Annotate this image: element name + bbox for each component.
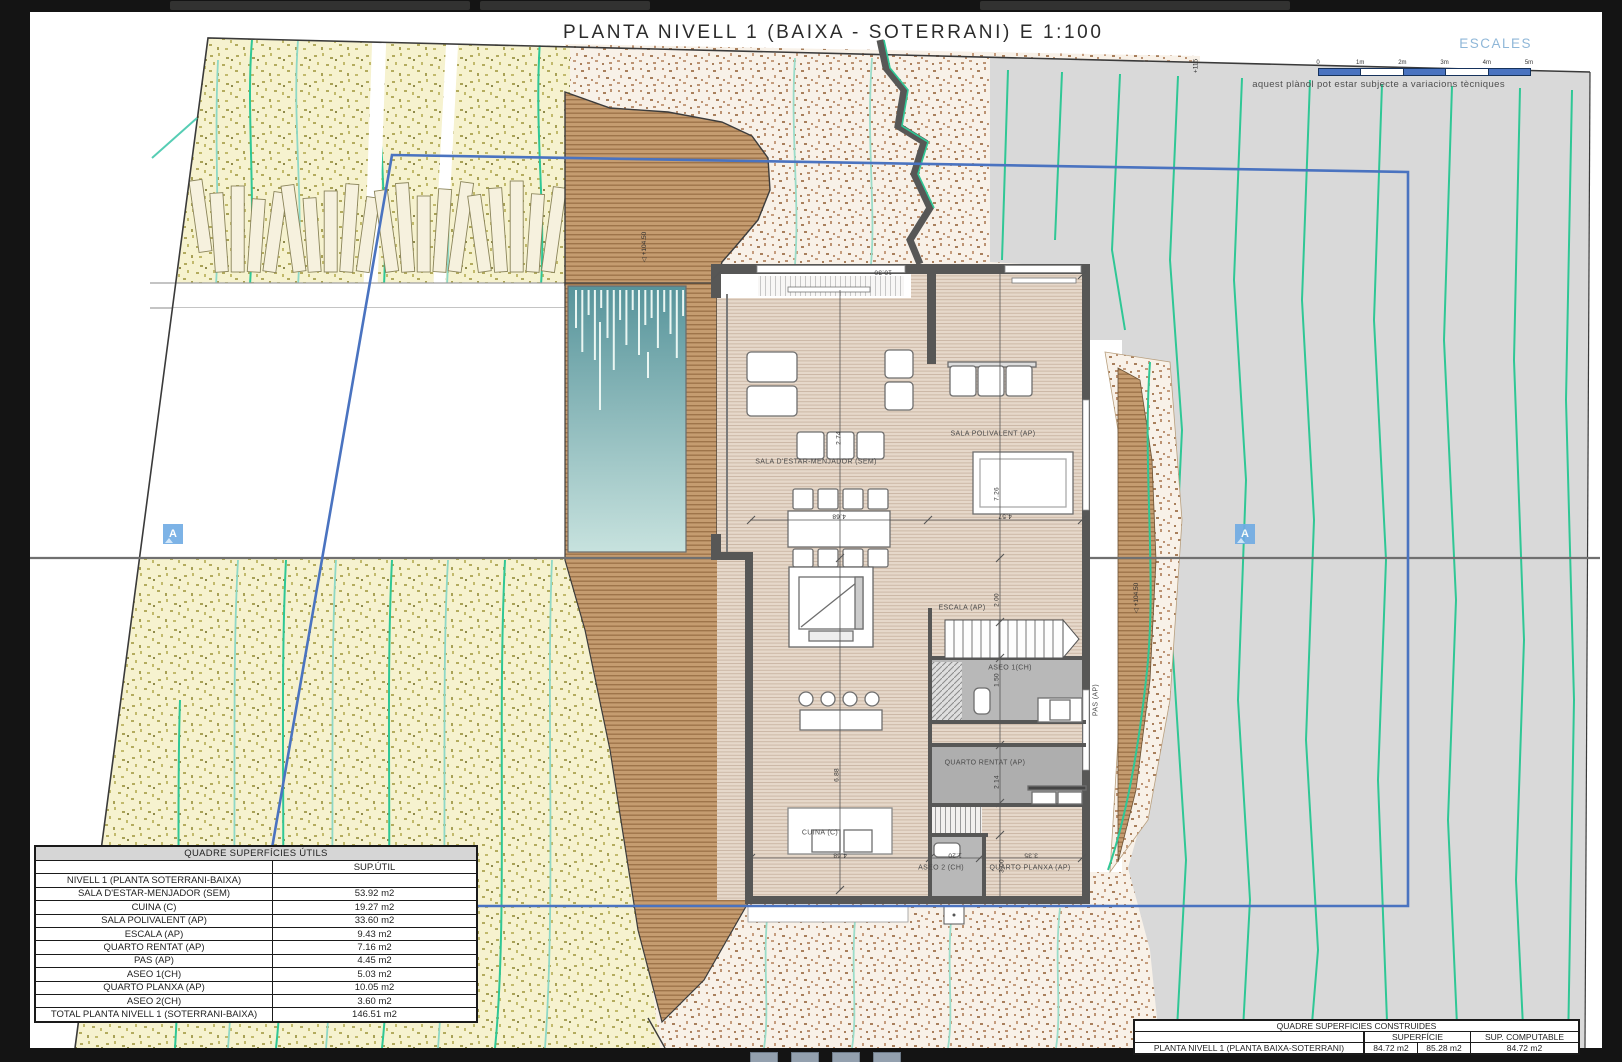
access-band bbox=[140, 283, 570, 557]
scale-bar-segments bbox=[1318, 68, 1531, 76]
disclaimer-note: aquest plànol pot estar subjecte a varia… bbox=[1150, 79, 1505, 90]
taskbar-icon[interactable] bbox=[791, 1052, 819, 1062]
left-chrome bbox=[0, 0, 30, 1062]
level-marker: ◁ +104.50 bbox=[640, 232, 648, 262]
dimension-label: 4.68 bbox=[833, 852, 847, 859]
table-row: ESCALA (AP)9.43 m2 bbox=[35, 927, 477, 940]
dimension-label: 2.74 bbox=[836, 431, 843, 445]
room-label: SALA D'ESTAR-MENJADOR (SEM) bbox=[755, 459, 877, 466]
dimension-label: 10.30 bbox=[874, 269, 892, 276]
room-label: ASEO 1(CH) bbox=[988, 665, 1032, 672]
level-marker: +115 bbox=[1193, 59, 1200, 73]
dimension-label: 1.20 bbox=[948, 852, 962, 859]
room-label: PAS (AP) bbox=[1093, 684, 1100, 716]
table-row: ASEO 1(CH)5.03 m2 bbox=[35, 968, 477, 981]
room-label: QUARTO RENTAT (AP) bbox=[945, 760, 1026, 767]
scale-tick: 5m bbox=[1525, 60, 1533, 66]
table-row: SALA POLIVALENT (AP)33.60 m2 bbox=[35, 914, 477, 927]
built-areas-table: QUADRE SUPERFICIES CONSTRUIDES SUPERFÍCI… bbox=[1133, 1019, 1580, 1055]
dimension-label: 2.00 bbox=[994, 593, 1001, 607]
column-header: SUP. COMPUTABLE bbox=[1471, 1032, 1580, 1043]
table-row: CUINA (C)19.27 m2 bbox=[35, 901, 477, 914]
section-arrow-icon bbox=[1237, 538, 1245, 543]
dimension-label: 3.35 bbox=[1024, 852, 1038, 859]
scale-tick: 3m bbox=[1440, 60, 1448, 66]
top-chrome-glyph bbox=[980, 1, 1290, 10]
taskbar-icon[interactable] bbox=[873, 1052, 901, 1062]
room-label: CUINA (C) bbox=[802, 830, 838, 837]
dimension-label: 4.57 bbox=[998, 513, 1012, 520]
table-row: SALA D'ESTAR-MENJADOR (SEM)53.92 m2 bbox=[35, 887, 477, 900]
page-title: PLANTA NIVELL 1 (BAIXA - SOTERRANI) E 1:… bbox=[563, 22, 1104, 44]
dimension-label: 7.26 bbox=[994, 487, 1001, 501]
scale-tick: 4m bbox=[1483, 60, 1491, 66]
dimension-label: 4.68 bbox=[832, 513, 846, 520]
graphic-scale-bar: 0 1m 2m 3m 4m 5m bbox=[1318, 60, 1531, 77]
scale-segment bbox=[1489, 69, 1530, 75]
scale-heading: ESCALES bbox=[1432, 36, 1532, 51]
section-arrow-icon bbox=[165, 538, 173, 543]
table-title: QUADRE SUPERFICIES CONSTRUIDES bbox=[1134, 1020, 1579, 1032]
room-label: SALA POLIVALENT (AP) bbox=[951, 431, 1036, 438]
dimension-label: 3.00 bbox=[999, 859, 1006, 873]
screen: PLANTA NIVELL 1 (BAIXA - SOTERRANI) E 1:… bbox=[0, 0, 1622, 1062]
scale-segment bbox=[1446, 69, 1488, 75]
table-row: QUARTO PLANXA (AP)10.05 m2 bbox=[35, 981, 477, 994]
scale-segment bbox=[1404, 69, 1446, 75]
table-row: NIVELL 1 (PLANTA SOTERRANI-BAIXA) bbox=[35, 874, 477, 887]
taskbar-icon[interactable] bbox=[750, 1052, 778, 1062]
table-row: PLANTA NIVELL 1 (PLANTA BAIXA-SOTERRANI)… bbox=[1134, 1043, 1579, 1055]
dimension-label: 6.88 bbox=[834, 768, 841, 782]
staircase bbox=[945, 620, 1079, 658]
dimension-label: 1.50 bbox=[994, 673, 1001, 687]
scale-tick: 2m bbox=[1398, 60, 1406, 66]
table-row: QUARTO RENTAT (AP)7.16 m2 bbox=[35, 941, 477, 954]
column-header: SUP.ÚTIL bbox=[273, 861, 478, 874]
top-chrome-glyph bbox=[170, 1, 470, 10]
room-label: ESCALA (AP) bbox=[938, 605, 985, 612]
top-chrome bbox=[0, 0, 1622, 12]
scale-tick-labels: 0 1m 2m 3m 4m 5m bbox=[1318, 60, 1531, 67]
right-chrome bbox=[1602, 0, 1622, 1062]
scale-tick: 1m bbox=[1356, 60, 1364, 66]
table-title: QUADRE SUPERFÍCIES ÚTILS bbox=[35, 846, 477, 861]
building-floorplan bbox=[711, 264, 1090, 924]
table-row: TOTAL PLANTA NIVELL 1 (SOTERRANI-BAIXA)1… bbox=[35, 1008, 477, 1022]
scale-tick: 0 bbox=[1316, 60, 1319, 66]
level-marker: ◁ +104.50 bbox=[1132, 583, 1140, 613]
table-row: ASEO 2(CH)3.60 m2 bbox=[35, 994, 477, 1007]
useful-areas-table: QUADRE SUPERFÍCIES ÚTILS SUP.ÚTIL NIVELL… bbox=[34, 845, 478, 1023]
taskbar-icon[interactable] bbox=[832, 1052, 860, 1062]
top-chrome-glyph bbox=[480, 1, 650, 10]
scale-segment bbox=[1319, 69, 1361, 75]
table-row: PAS (AP)4.45 m2 bbox=[35, 954, 477, 967]
column-header: SUPERFÍCIE bbox=[1364, 1032, 1471, 1043]
scale-segment bbox=[1361, 69, 1403, 75]
room-label: ASEO 2 (CH) bbox=[918, 865, 964, 872]
dimension-label: 2.14 bbox=[994, 775, 1001, 789]
section-marker-A-right: A bbox=[1235, 524, 1255, 544]
section-marker-A-left: A bbox=[163, 524, 183, 544]
